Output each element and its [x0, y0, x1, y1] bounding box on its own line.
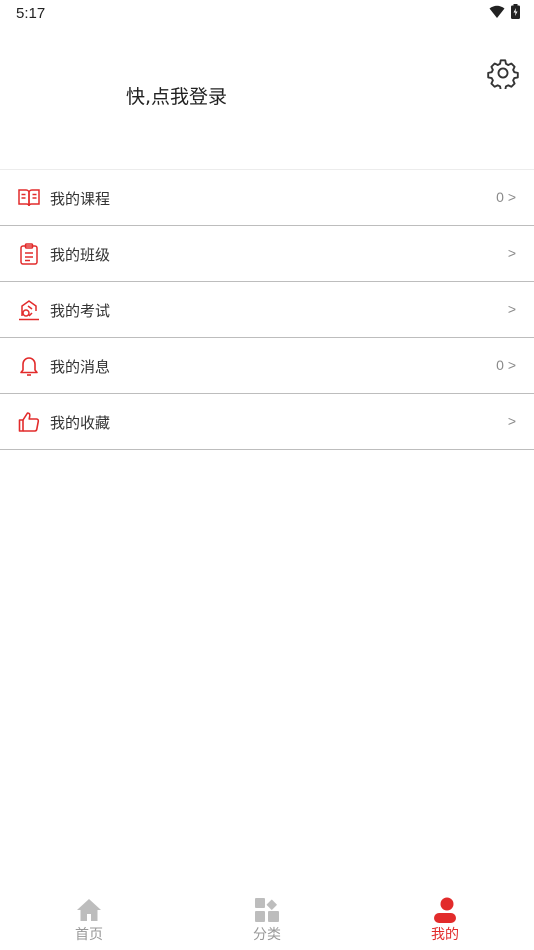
menu-item-count: 0 > — [496, 357, 516, 373]
menu-item-favorites[interactable]: 我的收藏 > — [0, 394, 534, 450]
status-time: 5:17 — [16, 5, 46, 22]
category-icon — [253, 897, 281, 923]
tab-category[interactable]: 分类 — [178, 890, 356, 950]
menu-item-count: 0 > — [496, 189, 516, 205]
menu-item-label: 我的考试 — [50, 302, 111, 320]
menu-item-label: 我的课程 — [50, 190, 111, 208]
exam-icon — [17, 298, 41, 322]
menu-item-arrow: > — [507, 245, 516, 261]
tab-category-label: 分类 — [253, 927, 281, 943]
menu-item-messages[interactable]: 我的消息 0 > — [0, 338, 534, 394]
menu-item-label: 我的收藏 — [50, 414, 111, 432]
menu-item-label: 我的消息 — [50, 358, 111, 376]
battery-icon — [511, 3, 520, 23]
menu-item-arrow: > — [507, 301, 516, 317]
bell-icon — [17, 354, 41, 378]
user-icon — [431, 897, 459, 923]
clipboard-icon — [17, 242, 41, 266]
gear-icon — [487, 57, 519, 93]
thumbs-up-icon — [17, 410, 41, 434]
tab-home-label: 首页 — [75, 927, 103, 943]
menu-item-classes[interactable]: 我的班级 > — [0, 226, 534, 282]
profile-header: 快,点我登录 — [0, 28, 534, 170]
home-icon — [75, 897, 103, 923]
menu-item-exams[interactable]: 我的考试 > — [0, 282, 534, 338]
tab-mine-label: 我的 — [431, 927, 459, 943]
menu-item-arrow: > — [507, 413, 516, 429]
status-icons — [489, 3, 520, 23]
tab-home[interactable]: 首页 — [0, 890, 178, 950]
menu-list: 我的课程 0 > 我的班级 > 我的考试 > 我的消息 0 > 我的收藏 > — [0, 170, 534, 450]
bottom-nav: 首页 分类 我的 — [0, 890, 534, 950]
tab-mine[interactable]: 我的 — [356, 890, 534, 950]
settings-button[interactable] — [486, 58, 520, 92]
login-prompt-link[interactable]: 快,点我登录 — [126, 82, 227, 109]
menu-item-courses[interactable]: 我的课程 0 > — [0, 170, 534, 226]
menu-item-label: 我的班级 — [50, 246, 111, 264]
wifi-icon — [489, 4, 505, 23]
book-icon — [17, 186, 41, 210]
status-bar: 5:17 — [0, 0, 534, 28]
